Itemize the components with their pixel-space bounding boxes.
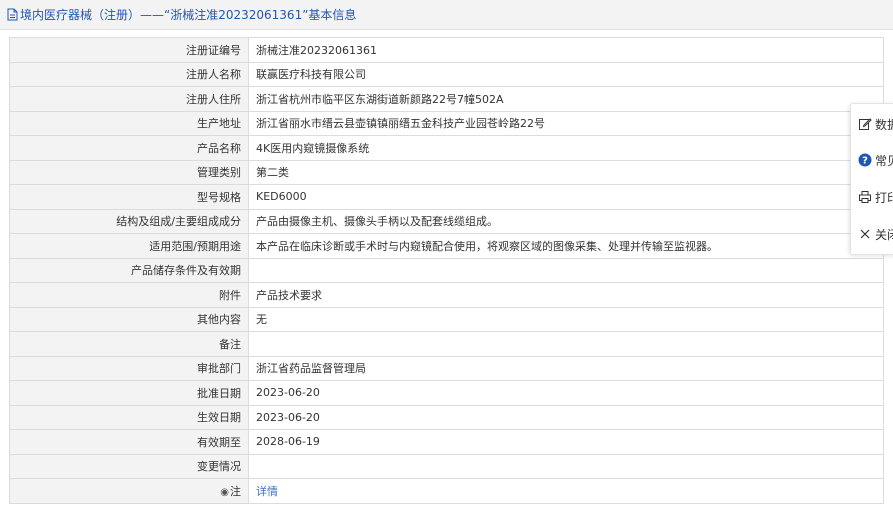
table-row: 备注 xyxy=(9,331,884,357)
pin-icon: ◉ xyxy=(220,486,229,498)
table-row: 注册证编号 浙械注准20232061361 xyxy=(9,37,884,63)
row-label: 适用范围/预期用途 xyxy=(9,233,249,259)
document-icon xyxy=(6,8,18,21)
row-value: 2023-06-20 xyxy=(248,380,884,406)
note-label: 注 xyxy=(230,484,241,498)
row-label: 有效期至 xyxy=(9,429,249,455)
table-row: 结构及组成/主要组成成分 产品由摄像主机、摄像头手柄以及配套线缆组成。 xyxy=(9,208,884,234)
table-row: 批准日期 2023-06-20 xyxy=(9,380,884,406)
row-label: 生产地址 xyxy=(9,110,249,136)
details-link[interactable]: 详情 xyxy=(256,485,278,498)
row-label: 注册人名称 xyxy=(9,61,249,87)
table-row: 型号规格 KED6000 xyxy=(9,184,884,210)
table-row: 注册人住所 浙江省杭州市临平区东湖街道新颜路22号7幢502A xyxy=(9,86,884,112)
row-value: 2023-06-20 xyxy=(248,404,884,430)
note-row: ◉注 详情 xyxy=(9,478,884,504)
row-label: 审批部门 xyxy=(9,355,249,381)
row-value: 第二类 xyxy=(248,159,884,185)
row-label: 产品名称 xyxy=(9,135,249,161)
help-icon: ? xyxy=(858,153,872,167)
note-value-cell: 详情 xyxy=(248,478,884,504)
row-value: 无 xyxy=(248,306,884,332)
table-row: 附件 产品技术要求 xyxy=(9,282,884,308)
menu-item-close[interactable]: 关闭 xyxy=(858,224,893,244)
row-label: 结构及组成/主要组成成分 xyxy=(9,208,249,234)
row-label: 其他内容 xyxy=(9,306,249,332)
menu-item-label: 打印 xyxy=(875,190,893,205)
row-label: 批准日期 xyxy=(9,380,249,406)
row-label: 变更情况 xyxy=(9,453,249,479)
row-label: 注册人住所 xyxy=(9,86,249,112)
table-row: 产品名称 4K医用内窥镜摄像系统 xyxy=(9,135,884,161)
menu-item-label: 数据 xyxy=(875,117,893,132)
table-row: 其他内容 无 xyxy=(9,306,884,332)
row-label: 备注 xyxy=(9,331,249,357)
row-value: 浙江省药品监督管理局 xyxy=(248,355,884,381)
table-row: 适用范围/预期用途 本产品在临床诊断或手术时与内窥镜配合使用，将观察区域的图像采… xyxy=(9,233,884,259)
row-label: 生效日期 xyxy=(9,404,249,430)
row-value: 4K医用内窥镜摄像系统 xyxy=(248,135,884,161)
info-table-container: 注册证编号 浙械注准20232061361 注册人名称 联赢医疗科技有限公司 注… xyxy=(9,37,884,504)
row-value: 产品由摄像主机、摄像头手柄以及配套线缆组成。 xyxy=(248,208,884,234)
row-value xyxy=(248,257,884,283)
page-header: 境内医疗器械（注册）——“浙械注准20232061361”基本信息 xyxy=(0,0,893,30)
row-label: 产品储存条件及有效期 xyxy=(9,257,249,283)
note-label-cell: ◉注 xyxy=(9,478,249,504)
row-value: 本产品在临床诊断或手术时与内窥镜配合使用，将观察区域的图像采集、处理并传输至监视… xyxy=(248,233,884,259)
row-label: 型号规格 xyxy=(9,184,249,210)
menu-item-data[interactable]: 数据 xyxy=(858,114,893,134)
menu-item-label: 常见 xyxy=(875,153,893,168)
table-row: 管理类别 第二类 xyxy=(9,159,884,185)
row-value: 浙械注准20232061361 xyxy=(248,37,884,63)
row-label: 附件 xyxy=(9,282,249,308)
table-row: 生效日期 2023-06-20 xyxy=(9,404,884,430)
row-value: 联赢医疗科技有限公司 xyxy=(248,61,884,87)
row-value: 浙江省杭州市临平区东湖街道新颜路22号7幢502A xyxy=(248,86,884,112)
table-row: 变更情况 xyxy=(9,453,884,479)
row-value: KED6000 xyxy=(248,184,884,210)
table-row: 有效期至 2028-06-19 xyxy=(9,429,884,455)
print-icon xyxy=(858,190,872,204)
table-row: 产品储存条件及有效期 xyxy=(9,257,884,283)
row-value: 浙江省丽水市缙云县壶镇镇丽缙五金科技产业园苍岭路22号 xyxy=(248,110,884,136)
row-label: 管理类别 xyxy=(9,159,249,185)
table-row: 审批部门 浙江省药品监督管理局 xyxy=(9,355,884,381)
close-icon xyxy=(858,227,872,241)
page-title: 境内医疗器械（注册）——“浙械注准20232061361”基本信息 xyxy=(20,8,357,22)
menu-item-print[interactable]: 打印 xyxy=(858,187,893,207)
edit-icon xyxy=(858,117,872,131)
table-row: 生产地址 浙江省丽水市缙云县壶镇镇丽缙五金科技产业园苍岭路22号 xyxy=(9,110,884,136)
row-value: 产品技术要求 xyxy=(248,282,884,308)
row-value xyxy=(248,331,884,357)
menu-item-faq[interactable]: ? 常见 xyxy=(858,150,893,170)
floating-toolbar: 数据 ? 常见 打印 关闭 xyxy=(850,103,893,255)
menu-item-label: 关闭 xyxy=(875,227,893,242)
row-value: 2028-06-19 xyxy=(248,429,884,455)
row-value xyxy=(248,453,884,479)
table-row: 注册人名称 联赢医疗科技有限公司 xyxy=(9,61,884,87)
svg-text:?: ? xyxy=(862,156,868,167)
info-table: 注册证编号 浙械注准20232061361 注册人名称 联赢医疗科技有限公司 注… xyxy=(9,37,884,504)
row-label: 注册证编号 xyxy=(9,37,249,63)
